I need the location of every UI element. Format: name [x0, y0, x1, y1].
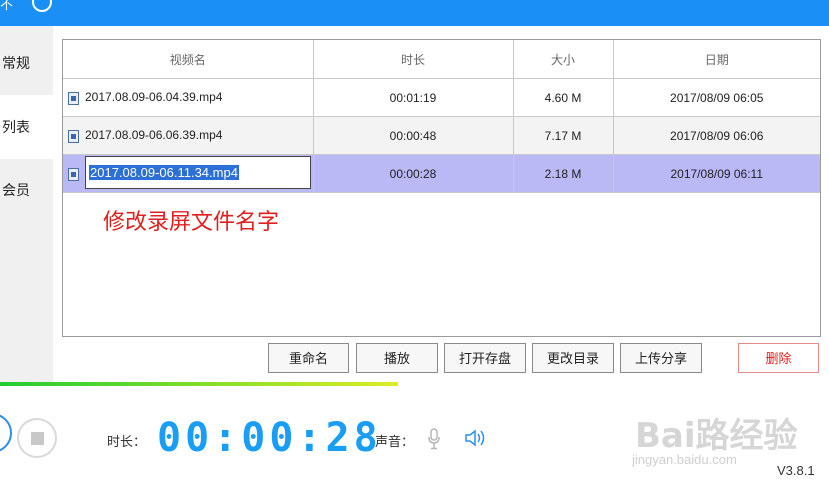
cell-size: 7.17 M — [513, 116, 614, 155]
duration-label: 时长： — [107, 434, 147, 449]
cell-duration: 00:01:19 — [313, 78, 514, 117]
microphone-icon[interactable] — [428, 428, 440, 450]
recordings-table: 视频名 时长 大小 日期 2017.08.09-06.04.39.mp4 00:… — [62, 39, 821, 337]
cell-size: 2.18 M — [513, 154, 614, 193]
stop-button[interactable] — [17, 418, 57, 458]
cell-name: 2017.08.09-06.11.34.mp4 — [63, 154, 314, 193]
cell-duration: 00:00:28 — [313, 154, 514, 193]
video-file-icon — [68, 91, 79, 105]
open-folder-button[interactable]: 打开存盘 — [444, 343, 526, 373]
table-row[interactable]: 2017.08.09-06.04.39.mp4 00:01:19 4.60 M … — [63, 78, 820, 117]
sidebar-item-member[interactable]: 会员 — [0, 158, 53, 222]
cell-date: 2017/08/09 06:05 — [613, 78, 820, 117]
file-name: 2017.08.09-06.06.39.mp4 — [85, 128, 223, 143]
annotation-text: 修改录屏文件名字 — [103, 209, 280, 234]
watermark-logo: Bai路经验 — [635, 416, 798, 456]
title-bar-text: 不 — [0, 0, 14, 12]
delete-button[interactable]: 删除 — [738, 343, 819, 373]
timer-display: 00:00:28 — [157, 415, 382, 461]
sidebar-item-label: 会员 — [2, 182, 30, 198]
sidebar-item-label: 列表 — [2, 119, 30, 135]
cell-size: 4.60 M — [513, 78, 614, 117]
cell-name: 2017.08.09-06.04.39.mp4 — [63, 78, 314, 117]
table-row-selected[interactable]: 2017.08.09-06.11.34.mp4 00:00:28 2.18 M … — [63, 154, 820, 193]
sidebar-item-general[interactable]: 常规 — [0, 31, 53, 95]
watermark-url: jingyan.baidu.com — [632, 452, 737, 467]
column-header-name[interactable]: 视频名 — [63, 40, 314, 79]
version-label: V3.8.1 — [777, 463, 815, 478]
change-directory-button[interactable]: 更改目录 — [532, 343, 614, 373]
sidebar: 常规 列表 会员 — [0, 26, 53, 382]
cell-duration: 00:00:48 — [313, 116, 514, 155]
sound-label: 声音： — [375, 434, 415, 449]
video-file-icon — [68, 129, 79, 143]
rename-input[interactable]: 2017.08.09-06.11.34.mp4 — [85, 156, 311, 189]
cell-date: 2017/08/09 06:11 — [613, 154, 820, 193]
cell-name: 2017.08.09-06.06.39.mp4 — [63, 116, 314, 155]
rename-button[interactable]: 重命名 — [268, 343, 349, 373]
video-file-icon — [68, 167, 79, 181]
column-header-duration[interactable]: 时长 — [313, 40, 514, 79]
rename-input-text[interactable]: 2017.08.09-06.11.34.mp4 — [89, 165, 239, 180]
play-button[interactable]: 播放 — [356, 343, 438, 373]
table-header-row: 视频名 时长 大小 日期 — [63, 40, 820, 79]
file-name: 2017.08.09-06.04.39.mp4 — [85, 90, 223, 105]
table-row[interactable]: 2017.08.09-06.06.39.mp4 00:00:48 7.17 M … — [63, 116, 820, 155]
sidebar-item-label: 常规 — [2, 55, 30, 71]
speaker-icon[interactable] — [464, 429, 488, 447]
column-header-date[interactable]: 日期 — [613, 40, 820, 79]
upload-share-button[interactable]: 上传分享 — [620, 343, 702, 373]
cell-date: 2017/08/09 06:06 — [613, 116, 820, 155]
column-header-size[interactable]: 大小 — [513, 40, 614, 79]
info-icon[interactable] — [32, 0, 52, 12]
sidebar-item-list[interactable]: 列表 — [0, 95, 53, 159]
title-bar: 不 — [0, 0, 829, 26]
